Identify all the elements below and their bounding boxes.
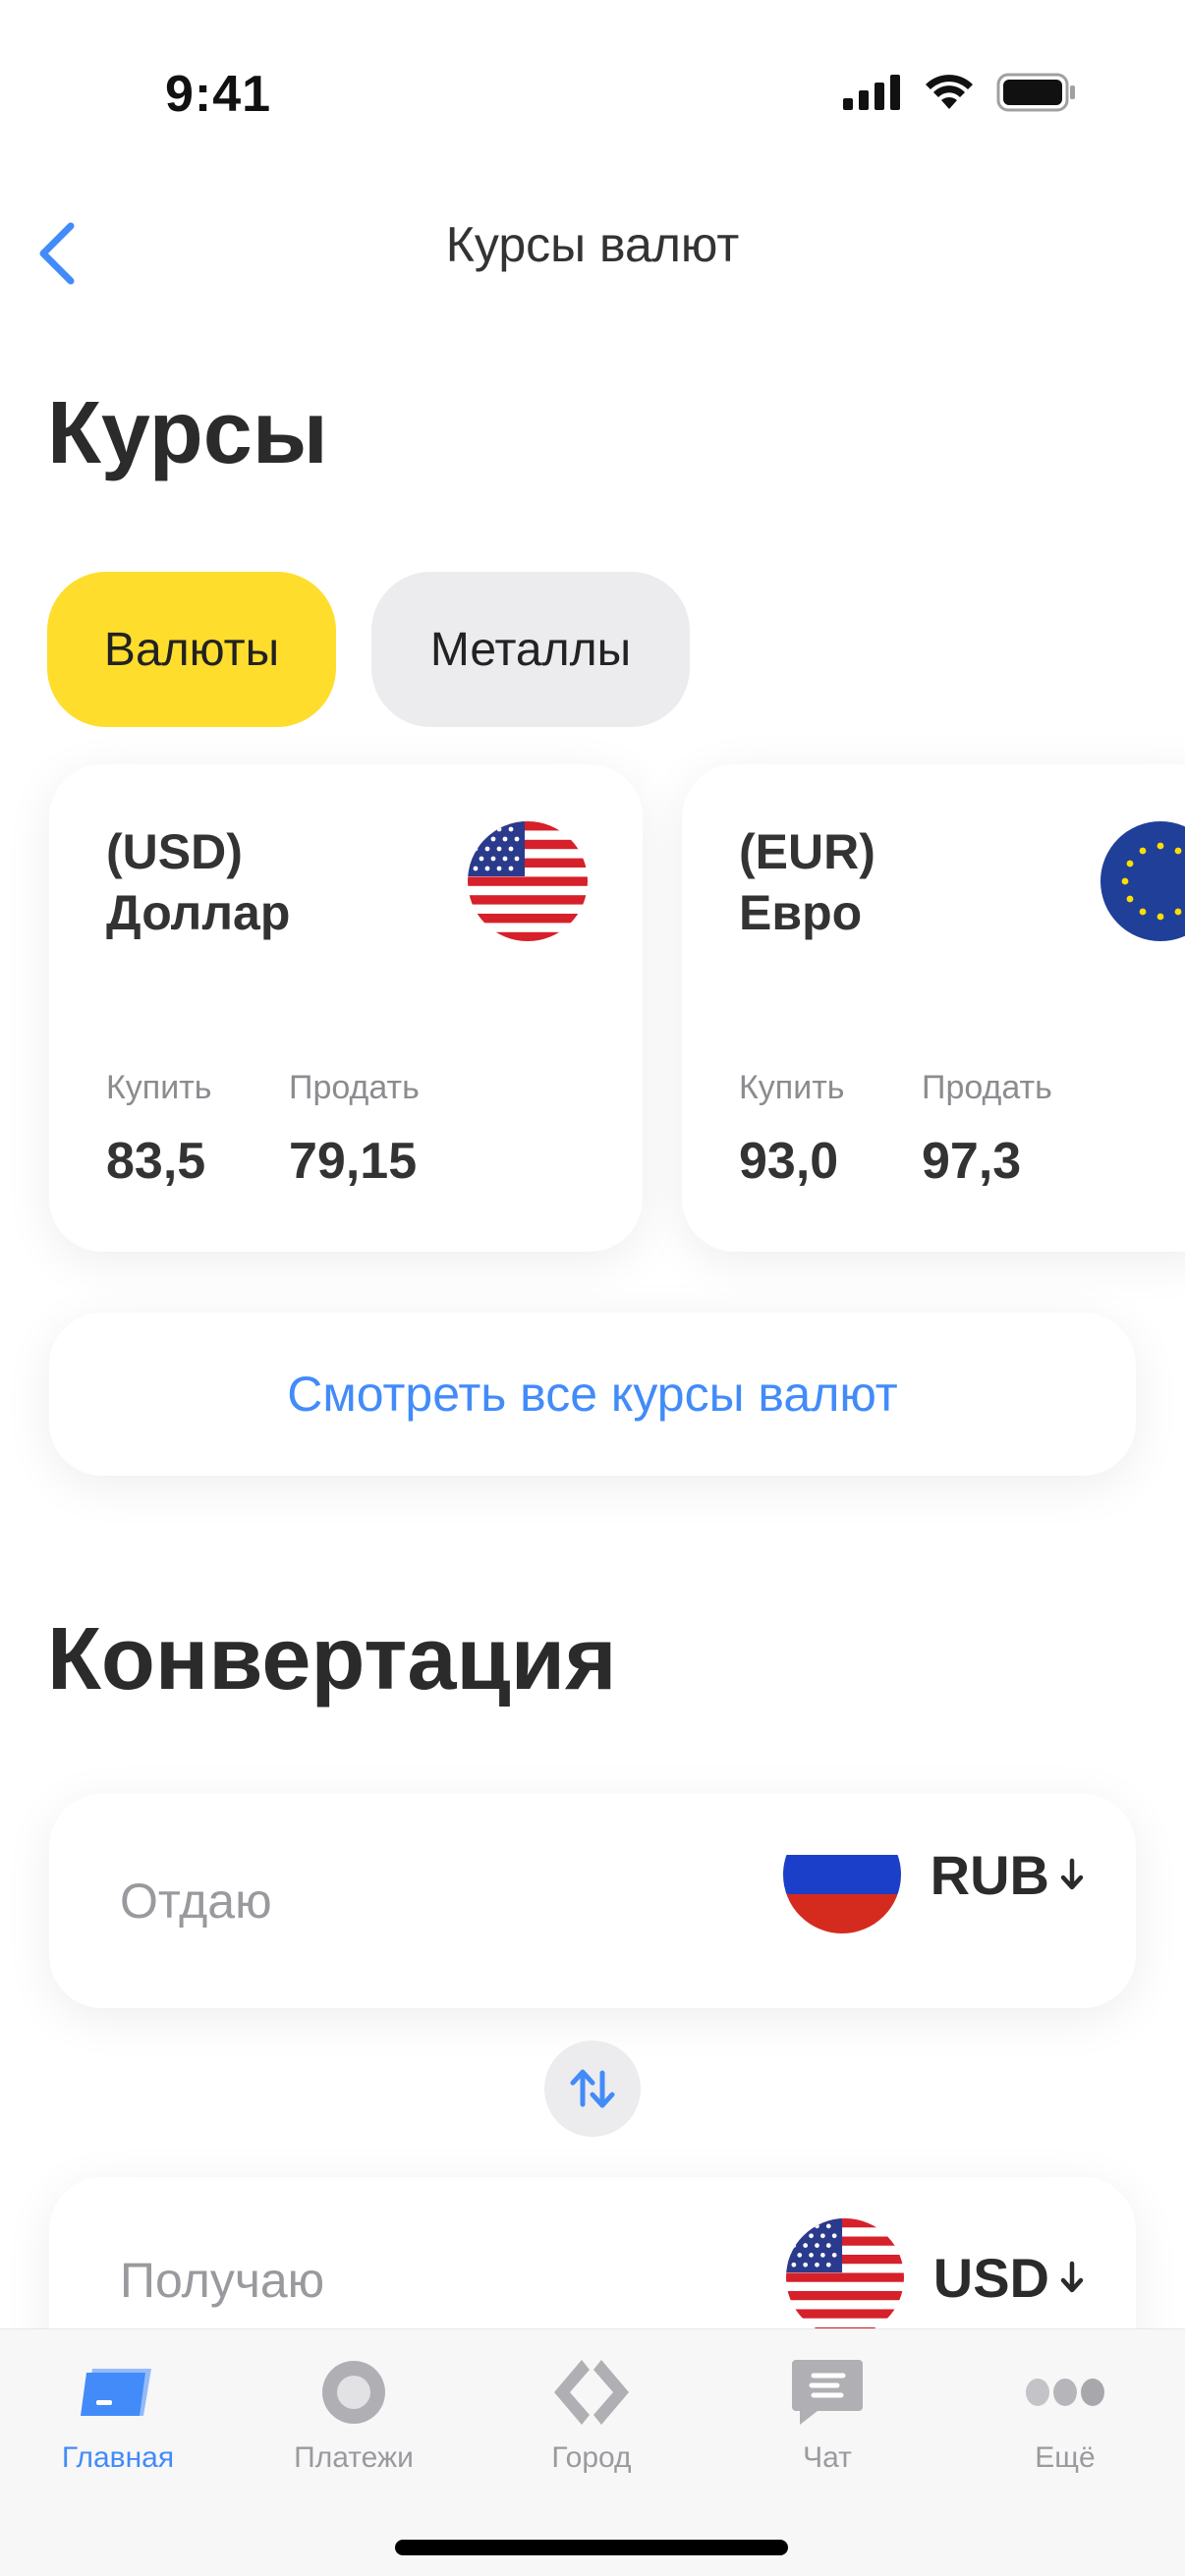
give-currency-code: RUB bbox=[930, 1843, 1049, 1906]
currency-code: (USD) bbox=[106, 824, 243, 879]
currency-name: Доллар bbox=[106, 885, 291, 940]
buy-rate: 93,0 bbox=[739, 1133, 839, 1190]
get-currency-code: USD bbox=[932, 2246, 1049, 2309]
tab-bar-item-payments[interactable]: Платежи bbox=[246, 2345, 462, 2492]
tab-bar-item-more[interactable]: Ещё bbox=[957, 2345, 1173, 2492]
swap-button[interactable] bbox=[544, 2041, 641, 2137]
page-title: Курсы валют bbox=[445, 217, 740, 272]
conversion-section-title: Конвертация bbox=[47, 1610, 617, 1708]
status-icons bbox=[843, 73, 1077, 112]
tab-bar-label: Главная bbox=[61, 2441, 175, 2474]
tab-bar-item-city[interactable]: Город bbox=[483, 2345, 700, 2492]
home-indicator bbox=[395, 2540, 788, 2555]
status-bar: 9:41 bbox=[0, 0, 1185, 187]
tab-bar-label: Чат bbox=[803, 2441, 852, 2474]
payments-circle-icon bbox=[322, 2361, 385, 2424]
us-flag-icon bbox=[468, 821, 588, 941]
eu-flag-icon bbox=[1100, 821, 1185, 941]
all-rates-link[interactable]: Смотреть все курсы валют bbox=[49, 1313, 1136, 1476]
get-currency-select[interactable]: USD bbox=[785, 2218, 1085, 2336]
status-time: 9:41 bbox=[165, 66, 272, 123]
give-currency-row[interactable]: Отдаю RUB bbox=[49, 1794, 1136, 2008]
wifi-icon bbox=[926, 75, 973, 109]
sell-rate: 79,15 bbox=[289, 1133, 418, 1190]
currency-name: Евро bbox=[739, 885, 863, 940]
arrow-down-icon bbox=[1060, 1858, 1084, 1890]
city-icon bbox=[554, 2360, 629, 2425]
sell-rate: 97,3 bbox=[922, 1133, 1022, 1190]
buy-label: Купить bbox=[106, 1069, 212, 1106]
tab-metals[interactable]: Металлы bbox=[371, 572, 690, 727]
rate-card-eur[interactable]: (EUR) Евро Купить Продать 93,0 97,3 bbox=[682, 764, 1185, 1252]
buy-rate: 83,5 bbox=[106, 1133, 206, 1190]
sell-label: Продать bbox=[289, 1069, 420, 1106]
ru-flag-icon bbox=[782, 1816, 901, 1933]
chat-icon bbox=[792, 2360, 863, 2425]
tab-bar-label: Ещё bbox=[1035, 2441, 1096, 2474]
us-flag-icon bbox=[785, 2218, 904, 2336]
give-currency-select[interactable]: RUB bbox=[782, 1816, 1085, 1933]
rate-card-usd[interactable]: (USD) Доллар Купить Продать 83,5 79,15 bbox=[49, 764, 643, 1252]
cellular-signal-icon bbox=[843, 75, 900, 110]
more-dots-icon bbox=[1026, 2379, 1104, 2406]
rates-section-title: Курсы bbox=[47, 384, 328, 482]
get-label: Получаю bbox=[120, 2253, 325, 2308]
home-card-icon bbox=[81, 2369, 151, 2416]
navigation-bar: Курсы валют bbox=[0, 187, 1185, 314]
battery-icon bbox=[996, 73, 1075, 112]
tab-bar-label: Город bbox=[551, 2441, 632, 2474]
arrow-down-icon bbox=[1060, 2261, 1084, 2293]
swap-arrows-icon bbox=[570, 2069, 615, 2108]
tab-bar-label: Платежи bbox=[294, 2441, 414, 2474]
tab-bar-item-chat[interactable]: Чат bbox=[719, 2345, 935, 2492]
give-label: Отдаю bbox=[120, 1874, 272, 1929]
currency-code: (EUR) bbox=[739, 824, 875, 879]
sell-label: Продать bbox=[922, 1069, 1052, 1106]
tab-currencies[interactable]: Валюты bbox=[47, 572, 336, 727]
buy-label: Купить bbox=[739, 1069, 845, 1106]
tab-bar-item-home[interactable]: Главная bbox=[10, 2345, 226, 2492]
